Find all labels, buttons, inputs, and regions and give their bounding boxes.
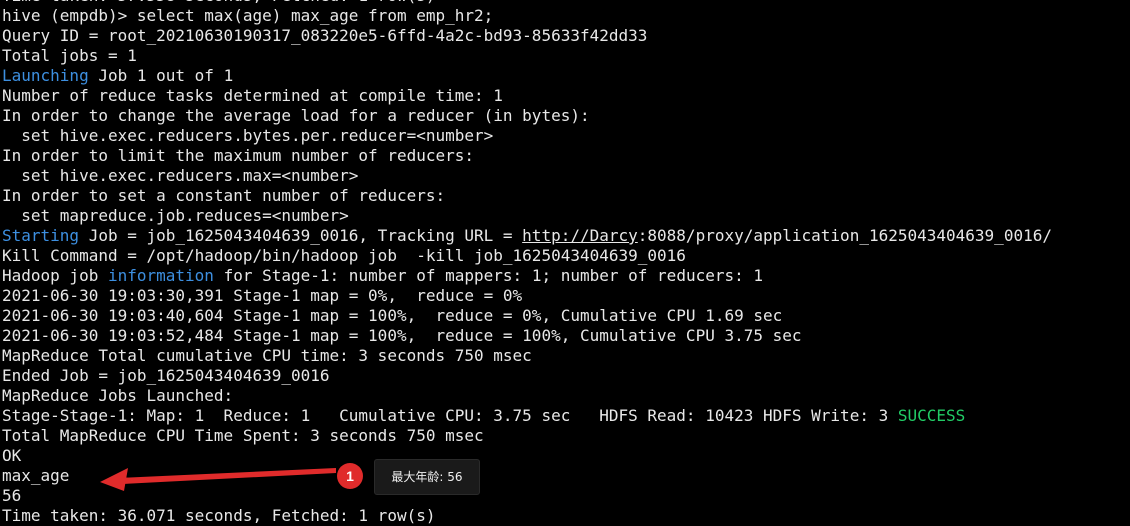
line-text: Query ID = root_20210630190317_083220e5-… (2, 26, 648, 45)
terminal-line: set hive.exec.reducers.max=<number> (2, 166, 1128, 186)
highlighted-keyword: Launching (2, 66, 89, 85)
line-text: Kill Command = /opt/hadoop/bin/hadoop jo… (2, 246, 686, 265)
highlighted-keyword: Starting (2, 226, 80, 245)
line-text: Hadoop job (2, 266, 108, 285)
line-text: set hive.exec.reducers.bytes.per.reducer… (2, 126, 494, 145)
line-text: Total MapReduce CPU Time Spent: 3 second… (2, 426, 484, 445)
line-text: 2021-06-30 19:03:30,391 Stage-1 map = 0%… (2, 286, 523, 305)
line-text: Number of reduce tasks determined at com… (2, 86, 503, 105)
line-text: hive (empdb)> select max(age) max_age fr… (2, 6, 494, 25)
terminal-line: Launching Job 1 out of 1 (2, 66, 1128, 86)
terminal-line: set hive.exec.reducers.bytes.per.reducer… (2, 126, 1128, 146)
line-text: Job 1 out of 1 (88, 66, 234, 85)
line-text: OK (2, 446, 22, 465)
line-text: for Stage-1: number of mappers: 1; numbe… (213, 266, 764, 285)
terminal-line: 2021-06-30 19:03:40,604 Stage-1 map = 10… (2, 306, 1128, 326)
annotation-callout: 最大年龄: 56 (374, 459, 480, 495)
terminal-line: MapReduce Jobs Launched: (2, 386, 1128, 406)
line-text: Stage-Stage-1: Map: 1 Reduce: 1 Cumulati… (2, 406, 898, 425)
line-text: :8088/proxy/application_1625043404639_00… (637, 226, 1052, 245)
line-text: 2021-06-30 19:03:40,604 Stage-1 map = 10… (2, 306, 783, 325)
line-text: Time taken: 57.558 seconds, Fetched: 1 r… (2, 0, 435, 5)
terminal-line: 2021-06-30 19:03:52,484 Stage-1 map = 10… (2, 326, 1128, 346)
tracking-url-link[interactable]: http://Darcy (522, 226, 638, 245)
line-text: Total jobs = 1 (2, 46, 137, 65)
terminal-line: In order to change the average load for … (2, 106, 1128, 126)
terminal-line: MapReduce Total cumulative CPU time: 3 s… (2, 346, 1128, 366)
terminal-line: 2021-06-30 19:03:30,391 Stage-1 map = 0%… (2, 286, 1128, 306)
terminal-line: set mapreduce.job.reduces=<number> (2, 206, 1128, 226)
highlighted-keyword: SUCCESS (897, 406, 966, 425)
line-text: MapReduce Total cumulative CPU time: 3 s… (2, 346, 532, 365)
line-text: Time taken: 36.071 seconds, Fetched: 1 r… (2, 506, 436, 525)
terminal-line: Total MapReduce CPU Time Spent: 3 second… (2, 426, 1128, 446)
terminal-line: In order to set a constant number of red… (2, 186, 1128, 206)
terminal-line: Total jobs = 1 (2, 46, 1128, 66)
terminal-line: 56 (2, 486, 1128, 506)
annotation-number-badge: 1 (337, 463, 363, 489)
terminal-line: In order to limit the maximum number of … (2, 146, 1128, 166)
terminal-line: hive (empdb)> select max(age) max_age fr… (2, 6, 1128, 26)
line-text: Job = job_1625043404639_0016, Tracking U… (79, 226, 523, 245)
terminal-line: Hadoop job information for Stage-1: numb… (2, 266, 1128, 286)
line-text: MapReduce Jobs Launched: (2, 386, 234, 405)
terminal-line: Query ID = root_20210630190317_083220e5-… (2, 26, 1128, 46)
terminal-line: max_age (2, 466, 1128, 486)
terminal-line: Time taken: 36.071 seconds, Fetched: 1 r… (2, 506, 1128, 526)
terminal-line: Number of reduce tasks determined at com… (2, 86, 1128, 106)
line-text: 56 (2, 486, 22, 505)
terminal-line: Kill Command = /opt/hadoop/bin/hadoop jo… (2, 246, 1128, 266)
terminal-line: Stage-Stage-1: Map: 1 Reduce: 1 Cumulati… (2, 406, 1128, 426)
terminal-line: OK (2, 446, 1128, 466)
line-text: In order to limit the maximum number of … (2, 146, 475, 165)
line-text: max_age (2, 466, 70, 485)
line-text: In order to set a constant number of red… (2, 186, 446, 205)
line-text: Ended Job = job_1625043404639_0016 (2, 366, 330, 385)
terminal-output[interactable]: Time taken: 57.558 seconds, Fetched: 1 r… (2, 0, 1128, 526)
terminal-line: Ended Job = job_1625043404639_0016 (2, 366, 1128, 386)
terminal-line: Starting Job = job_1625043404639_0016, T… (2, 226, 1128, 246)
highlighted-keyword: information (107, 266, 214, 285)
line-text: 2021-06-30 19:03:52,484 Stage-1 map = 10… (2, 326, 802, 345)
line-text: In order to change the average load for … (2, 106, 590, 125)
line-text: set hive.exec.reducers.max=<number> (2, 166, 359, 185)
line-text: set mapreduce.job.reduces=<number> (2, 206, 349, 225)
